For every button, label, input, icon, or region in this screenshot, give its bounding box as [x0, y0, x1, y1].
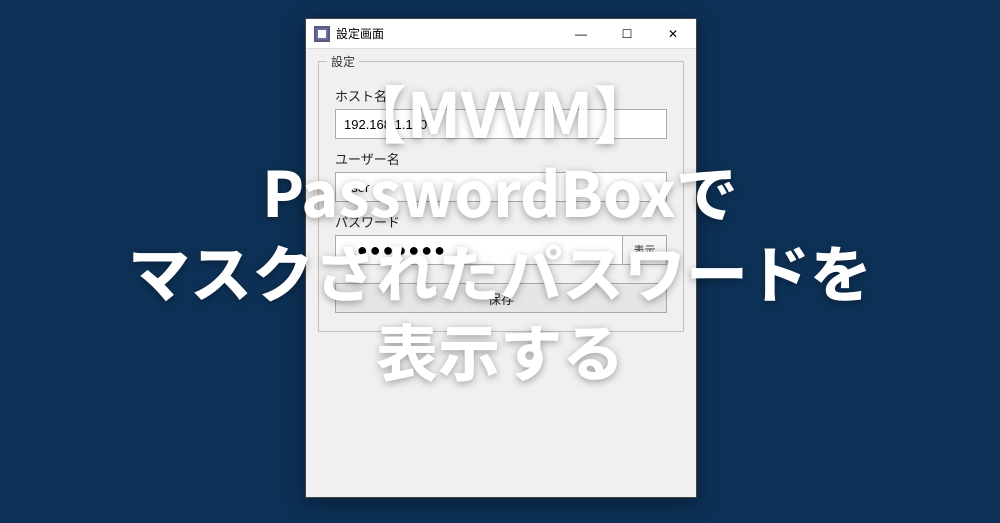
save-button[interactable]: 保存 [335, 283, 667, 313]
groupbox-legend: 設定 [327, 53, 359, 70]
window-title: 設定画面 [336, 25, 558, 42]
host-label: ホスト名 [335, 86, 667, 105]
maximize-button[interactable]: ☐ [604, 19, 650, 48]
settings-window: 設定画面 — ☐ ✕ 設定 ホスト名 ユーザー名 パスワード 表示 保存 [305, 18, 697, 498]
host-input[interactable] [335, 109, 667, 139]
app-icon [314, 26, 330, 42]
user-label: ユーザー名 [335, 149, 667, 168]
settings-groupbox: 設定 ホスト名 ユーザー名 パスワード 表示 保存 [318, 61, 684, 332]
password-label: パスワード [335, 212, 667, 231]
password-input[interactable] [335, 235, 623, 265]
titlebar-controls: — ☐ ✕ [558, 19, 696, 48]
close-button[interactable]: ✕ [650, 19, 696, 48]
titlebar[interactable]: 設定画面 — ☐ ✕ [306, 19, 696, 49]
password-row: 表示 [335, 235, 667, 265]
user-input[interactable] [335, 172, 667, 202]
window-body: 設定 ホスト名 ユーザー名 パスワード 表示 保存 [306, 49, 696, 344]
minimize-button[interactable]: — [558, 19, 604, 48]
toggle-password-button[interactable]: 表示 [623, 235, 667, 265]
